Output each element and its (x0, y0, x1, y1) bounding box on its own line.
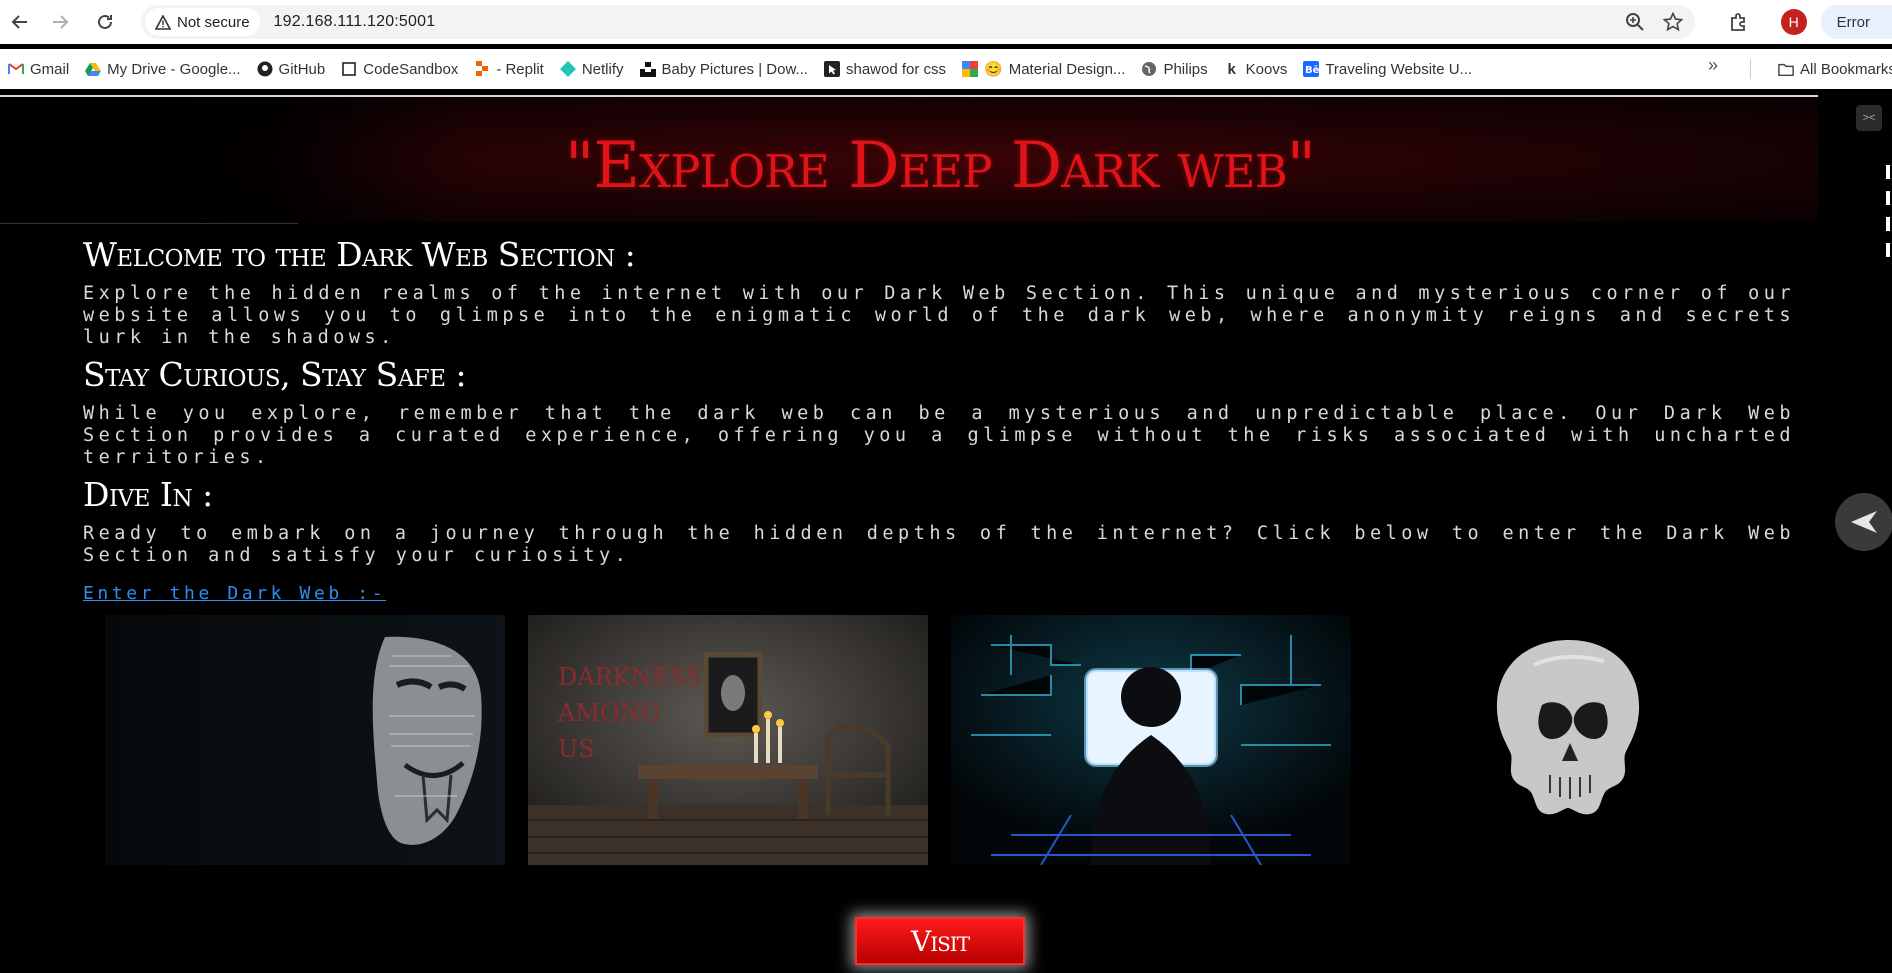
bookmark-label: My Drive - Google... (107, 60, 241, 78)
bookmarks-bar: Gmail My Drive - Google... GitHub CodeSa… (0, 49, 1892, 89)
section-heading: Welcome to the Dark Web Section : (83, 235, 636, 274)
scroll-indicator (1886, 165, 1892, 265)
warning-triangle-icon (155, 14, 171, 30)
cursor-icon (823, 61, 840, 77)
section-heading: Stay Curious, Stay Safe : (83, 355, 467, 394)
forward-arrow-icon (53, 15, 69, 29)
profile-avatar[interactable]: H (1780, 9, 1807, 35)
welcome-section: Welcome to the Dark Web Section : Explor… (83, 235, 1795, 349)
zoom-icon[interactable] (1625, 12, 1645, 32)
bookmark-label: Traveling Website U... (1325, 60, 1473, 78)
all-bookmarks-folder[interactable]: All Bookmarks (1770, 54, 1892, 84)
all-bookmarks-label: All Bookmarks (1800, 60, 1892, 78)
bookmark-shawod[interactable]: shawod for css (816, 54, 954, 84)
bookmark-label: Gmail (30, 60, 70, 78)
extensions-button[interactable] (1723, 12, 1755, 32)
error-chip[interactable]: Error (1820, 5, 1892, 39)
bookmark-koovs[interactable]: k Koovs (1216, 54, 1296, 84)
codesandbox-icon (341, 61, 357, 77)
enter-dark-web-link[interactable]: Enter the Dark Web :- (83, 583, 386, 604)
replit-icon (474, 61, 490, 77)
bookmark-label: CodeSandbox (363, 60, 459, 78)
bookmark-label: Koovs (1245, 60, 1288, 78)
bookmark-label: Material Design... (1008, 60, 1126, 78)
github-icon (257, 61, 273, 77)
bookmark-label: - Replit (496, 60, 544, 78)
netlify-icon (559, 61, 576, 77)
bookmark-material[interactable]: 😊 Material Design... (954, 54, 1133, 84)
koovs-icon: k (1227, 60, 1236, 78)
paper-plane-icon (1851, 511, 1877, 533)
url-text[interactable]: 192.168.111.120:5001 (274, 13, 436, 31)
bookmark-replit[interactable]: - Replit (466, 54, 552, 84)
room-sign-text-3: US (558, 735, 595, 763)
bookmark-codesandbox[interactable]: CodeSandbox (333, 54, 466, 84)
more-bookmarks-chevron-icon[interactable]: » (1708, 55, 1718, 76)
gmail-icon (8, 61, 24, 77)
svg-text:Bē: Bē (1305, 65, 1319, 76)
section-body: Ready to embark on a journey through the… (83, 523, 1795, 566)
hero-title: "Explore Deep Dark web" (564, 129, 1316, 203)
reload-icon (98, 14, 112, 29)
bookmark-label: Philips (1163, 60, 1208, 78)
hero-divider (0, 223, 298, 224)
section-body: Explore the hidden realms of the interne… (83, 283, 1795, 348)
puzzle-icon (1730, 13, 1745, 31)
bookmark-baby-pictures[interactable]: Baby Pictures | Dow... (632, 54, 816, 84)
bookmark-traveling[interactable]: Bē Traveling Website U... (1295, 54, 1480, 84)
page-viewport: "Explore Deep Dark web" >< Welcome to th… (0, 95, 1892, 973)
address-bar[interactable]: Not secure 192.168.111.120:5001 (141, 5, 1695, 39)
material-icon (962, 61, 979, 77)
bookmark-github[interactable]: GitHub (249, 54, 334, 84)
globe-icon (1141, 61, 1157, 77)
folder-icon (1778, 61, 1794, 77)
bookmark-label: shawod for css (845, 60, 947, 78)
gallery-image-haunted-room[interactable]: DARKNESS AMONG US (528, 615, 928, 865)
unsplash-icon (639, 61, 656, 77)
bookmark-philips[interactable]: Philips (1133, 54, 1215, 84)
side-extension-icon[interactable]: >< (1856, 105, 1882, 131)
gallery-image-skull[interactable] (1374, 615, 1774, 865)
behance-icon: Bē (1303, 61, 1320, 77)
bookmark-netlify[interactable]: Netlify (552, 54, 632, 84)
security-label: Not secure (177, 13, 250, 31)
gallery-image-screen-glow[interactable] (951, 615, 1351, 865)
bookmark-label: GitHub (278, 60, 326, 78)
back-arrow-icon (11, 15, 27, 29)
reload-button[interactable] (85, 2, 125, 42)
forward-button[interactable] (40, 2, 80, 42)
room-sign-text-2: AMONG (557, 699, 660, 727)
security-indicator[interactable]: Not secure (145, 8, 260, 36)
bookmark-gmail[interactable]: Gmail (0, 54, 77, 84)
dive-in-section: Dive In : Ready to embark on a journey t… (83, 475, 1795, 567)
back-button[interactable] (0, 2, 40, 42)
section-heading: Dive In : (83, 475, 213, 514)
image-gallery: DARKNESS AMONG US (105, 615, 1805, 865)
gallery-image-mask[interactable] (105, 615, 505, 865)
stay-safe-section: Stay Curious, Stay Safe : While you expl… (83, 355, 1795, 469)
browser-toolbar: Not secure 192.168.111.120:5001 H Error (0, 0, 1892, 44)
room-sign-text-1: DARKNESS (558, 663, 702, 691)
side-arrow-button[interactable] (1835, 493, 1892, 551)
main-content: Welcome to the Dark Web Section : Explor… (83, 235, 1795, 604)
visit-button[interactable]: Visit (855, 917, 1025, 965)
bookmarks-divider (1750, 59, 1751, 79)
bookmark-drive[interactable]: My Drive - Google... (77, 54, 248, 84)
bookmark-label: Baby Pictures | Dow... (661, 60, 808, 78)
bookmark-star-icon[interactable] (1663, 12, 1683, 32)
section-body: While you explore, remember that the dar… (83, 403, 1795, 468)
drive-icon (85, 61, 102, 77)
emoji-face-icon: 😊 (984, 61, 1003, 78)
bookmark-label: Netlify (581, 60, 624, 78)
